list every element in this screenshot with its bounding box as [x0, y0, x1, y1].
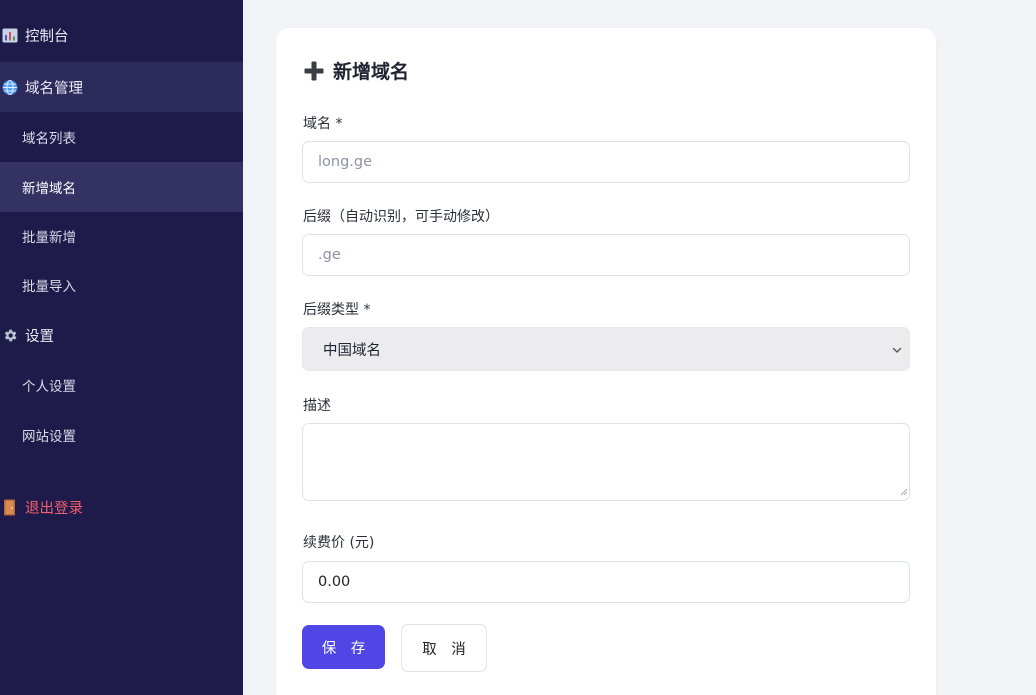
renewal-price-label: 续费价 (元) — [303, 535, 375, 551]
sidebar-item-domain-list[interactable]: 域名列表 — [0, 112, 243, 162]
sidebar-item-site-settings[interactable]: 网站设置 — [0, 410, 243, 460]
domain-input[interactable] — [302, 141, 910, 183]
sidebar-item-label: 批量导入 — [22, 279, 76, 295]
chevron-down-icon — [891, 344, 903, 360]
sidebar-item-settings[interactable]: 设置 — [0, 310, 243, 360]
sidebar-item-batch-add[interactable]: 批量新增 — [0, 211, 243, 261]
page-title-text: 新增域名 — [333, 61, 410, 83]
suffix-label: 后缀（自动识别，可手动修改） — [303, 209, 499, 225]
description-wrapper — [276, 423, 936, 503]
description-textarea[interactable] — [302, 423, 910, 501]
sidebar-item-batch-import[interactable]: 批量导入 — [0, 260, 243, 310]
sidebar-item-label: 控制台 — [25, 28, 69, 45]
cancel-button[interactable]: 取 消 — [401, 624, 487, 672]
sidebar-item-label: 退出登录 — [25, 500, 83, 517]
sidebar-item-label: 网站设置 — [22, 429, 76, 445]
sidebar-item-label: 个人设置 — [22, 379, 76, 395]
plus-icon — [303, 60, 325, 82]
sidebar-item-label: 域名列表 — [22, 131, 76, 147]
sidebar-item-dashboard[interactable]: 控制台 — [0, 10, 243, 60]
add-domain-card: 新增域名 域名 * 后缀（自动识别，可手动修改） 后缀类型 * 中国域名 描述 … — [276, 28, 936, 695]
domain-label: 域名 * — [303, 116, 343, 132]
page-title: 新增域名 — [303, 57, 409, 84]
suffix-type-select[interactable]: 中国域名 — [302, 327, 910, 371]
save-button[interactable]: 保 存 — [302, 625, 385, 669]
sidebar-item-label: 域名管理 — [25, 80, 83, 97]
globe-icon — [2, 79, 18, 95]
suffix-type-selected-value: 中国域名 — [323, 342, 381, 359]
sidebar-item-logout[interactable]: 退出登录 — [0, 482, 243, 532]
gear-icon — [2, 327, 18, 343]
description-label: 描述 — [303, 398, 331, 414]
sidebar-item-label: 设置 — [25, 328, 54, 345]
suffix-input[interactable] — [302, 234, 910, 276]
sidebar-item-label: 新增域名 — [22, 181, 76, 197]
renewal-price-input[interactable] — [302, 561, 910, 603]
sidebar: 控制台 域名管理 域名列表 新增域名 批量新增 批量导入 设置 个人设置 网站设… — [0, 0, 243, 695]
sidebar-item-personal-settings[interactable]: 个人设置 — [0, 360, 243, 410]
sidebar-item-domain-management[interactable]: 域名管理 — [0, 62, 243, 112]
resize-grip-icon[interactable] — [900, 481, 908, 500]
sidebar-item-label: 批量新增 — [22, 230, 76, 246]
door-icon — [2, 499, 18, 515]
sidebar-item-add-domain[interactable]: 新增域名 — [0, 162, 243, 212]
bar-chart-icon — [2, 27, 18, 43]
suffix-type-label: 后缀类型 * — [303, 302, 371, 318]
